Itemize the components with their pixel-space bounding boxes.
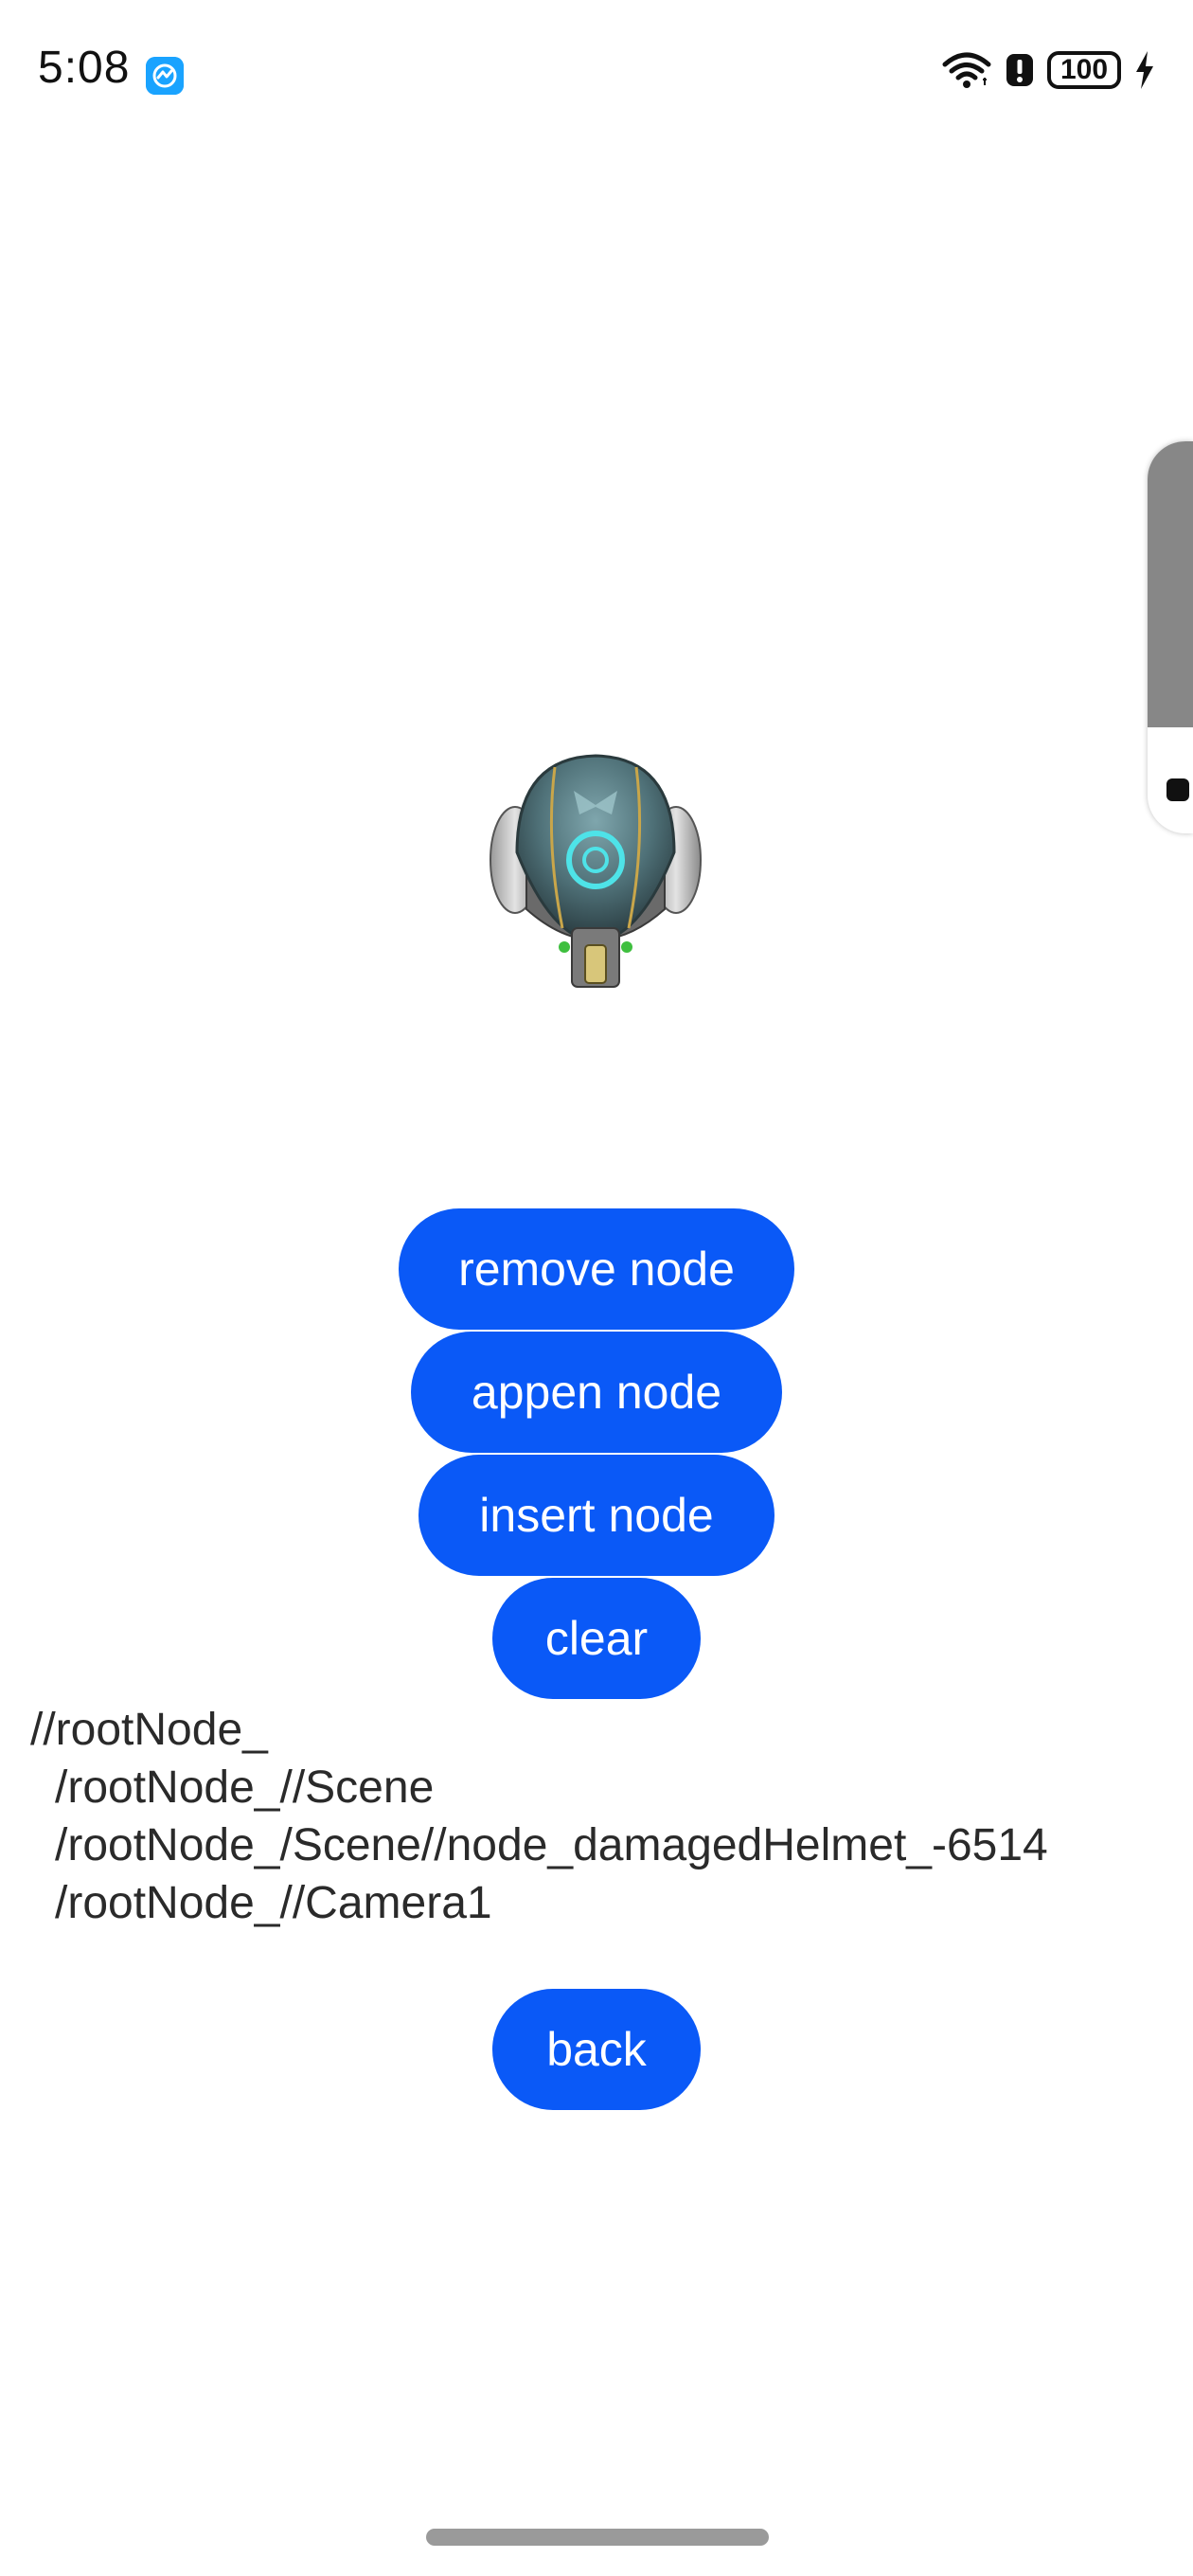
app-indicator-icon xyxy=(146,57,184,95)
node-tree-line: /rootNode_//Scene xyxy=(55,1762,435,1813)
wifi-icon xyxy=(941,51,992,89)
alert-icon xyxy=(1006,51,1034,89)
node-tree-output: //rootNode_ /rootNode_//Scene /rootNode_… xyxy=(30,1701,1185,1932)
status-time: 5:08 xyxy=(38,43,131,93)
battery-icon: 100 xyxy=(1047,51,1121,89)
insert-node-button[interactable]: insert node xyxy=(418,1455,775,1576)
back-button[interactable]: back xyxy=(492,1989,701,2110)
node-tree-line: //rootNode_ xyxy=(30,1705,268,1755)
scene-view[interactable] xyxy=(0,152,1193,1193)
append-node-button[interactable]: appen node xyxy=(411,1332,782,1453)
node-tree-line: /rootNode_//Camera1 xyxy=(55,1878,492,1928)
remove-node-button[interactable]: remove node xyxy=(399,1208,794,1330)
charging-bolt-icon xyxy=(1134,51,1155,89)
battery-level: 100 xyxy=(1059,54,1109,85)
status-icons: 100 xyxy=(941,51,1155,89)
clear-button[interactable]: clear xyxy=(492,1578,701,1699)
status-bar: 5:08 100 xyxy=(0,0,1193,152)
helmet-model-icon xyxy=(489,748,703,994)
node-tree-line: /rootNode_/Scene//node_damagedHelmet_-65… xyxy=(55,1820,1048,1870)
home-indicator[interactable] xyxy=(426,2529,769,2546)
